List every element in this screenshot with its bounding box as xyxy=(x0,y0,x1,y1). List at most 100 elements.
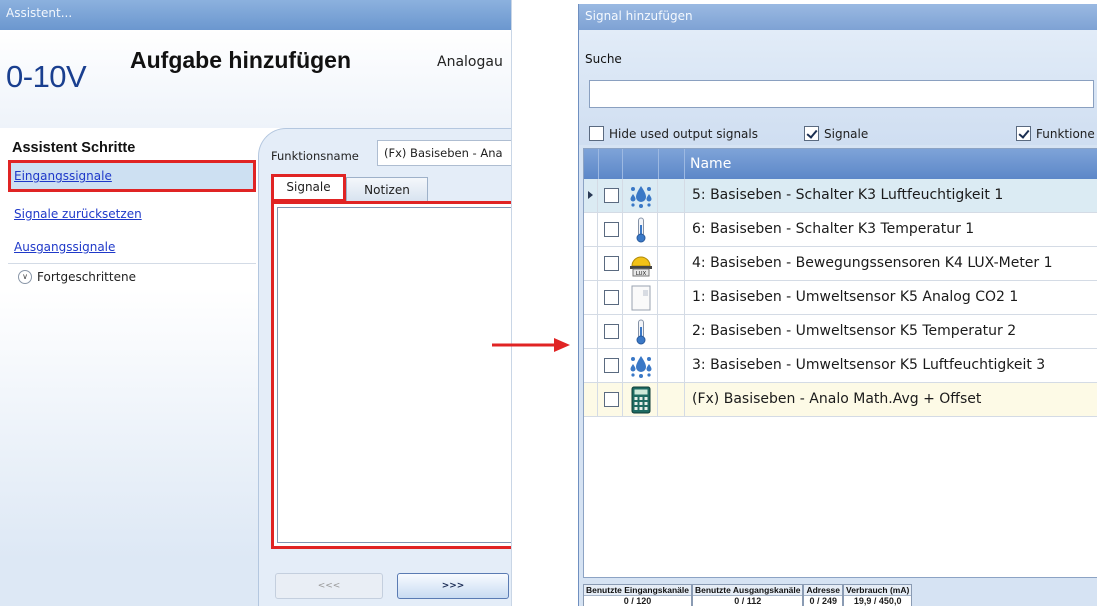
wizard-window: Assistent... 0-10V Aufgabe hinzufügen An… xyxy=(0,0,512,606)
row-indicator xyxy=(584,315,598,348)
status-output-channels: Benutzte Ausgangskanäle 0 / 112 xyxy=(691,584,804,606)
hide-used-output-label: Hide used output signals xyxy=(609,126,758,141)
thermometer-icon xyxy=(622,315,658,348)
search-panel: Suche Hide used output signals Signale F… xyxy=(579,30,1097,145)
status-bar: Benutzte Eingangskanäle 0 / 120 Benutzte… xyxy=(583,584,913,606)
status-value: 0 / 249 xyxy=(804,596,843,606)
row-separator xyxy=(684,349,685,382)
status-value: 19,9 / 450,0 xyxy=(844,596,912,606)
status-address: Adresse 0 / 249 xyxy=(803,584,844,606)
steps-title: Assistent Schritte xyxy=(12,140,136,156)
steps-background xyxy=(0,290,258,606)
add-signal-dialog: Signal hinzufügen Suche Hide used output… xyxy=(578,4,1097,606)
table-row[interactable]: 3: Basiseben - Umweltsensor K5 Luftfeuch… xyxy=(584,349,1097,383)
checkbox-checked-icon xyxy=(804,126,819,141)
row-indicator xyxy=(584,213,598,246)
table-row[interactable]: 6: Basiseben - Schalter K3 Temperatur 1 xyxy=(584,213,1097,247)
thermometer-icon xyxy=(622,213,658,246)
table-header: Name xyxy=(584,149,1097,179)
header-icon-cell xyxy=(623,149,659,179)
signal-name: 1: Basiseben - Umweltsensor K5 Analog CO… xyxy=(692,289,1019,305)
previous-button[interactable]: <<< xyxy=(275,573,383,599)
status-value: 0 / 120 xyxy=(584,596,691,606)
table-row[interactable]: 5: Basiseben - Schalter K3 Luftfeuchtigk… xyxy=(584,179,1097,213)
tab-notizen[interactable]: Notizen xyxy=(346,177,428,202)
row-separator xyxy=(684,281,685,314)
lux-meter-icon: LUX xyxy=(622,247,658,280)
wizard-main-panel: Funktionsname (Fx) Basiseben - Ana Signa… xyxy=(258,128,511,606)
status-consumption: Verbrauch (mA) 19,9 / 450,0 xyxy=(843,584,913,606)
signal-table: Name 5: Basiseben - Schalter K3 Luftfeuc… xyxy=(583,148,1097,578)
calculator-icon xyxy=(622,383,658,416)
row-checkbox[interactable] xyxy=(604,290,619,305)
svg-text:LUX: LUX xyxy=(636,271,647,277)
funktionen-filter-label: Funktione xyxy=(1036,126,1095,141)
checkbox-unchecked-icon xyxy=(589,126,604,141)
checkbox-checked-icon xyxy=(1016,126,1031,141)
status-value: 0 / 112 xyxy=(692,596,803,606)
header-checkbox-cell xyxy=(599,149,623,179)
step-eingangssignale[interactable]: Eingangssignale xyxy=(8,160,256,192)
chevron-down-icon: ∨ xyxy=(18,269,32,284)
row-separator xyxy=(684,213,685,246)
analog-sensor-icon xyxy=(622,281,658,314)
dialog-title: Signal hinzufügen xyxy=(579,4,1097,30)
tab-signale[interactable]: Signale xyxy=(271,174,346,202)
signale-checkbox[interactable]: Signale xyxy=(804,126,868,141)
signale-filter-label: Signale xyxy=(824,126,869,141)
row-checkbox[interactable] xyxy=(604,222,619,237)
page-title: Aufgabe hinzufügen xyxy=(130,47,352,73)
search-input[interactable] xyxy=(589,80,1094,108)
function-name-field[interactable]: (Fx) Basiseben - Ana xyxy=(377,140,511,166)
header-spacer-cell xyxy=(659,149,685,179)
table-row[interactable]: 2: Basiseben - Umweltsensor K5 Temperatu… xyxy=(584,315,1097,349)
advanced-section[interactable]: ∨ Fortgeschrittene xyxy=(8,263,256,289)
row-separator xyxy=(684,247,685,280)
header-indicator-cell xyxy=(584,149,599,179)
funktionen-checkbox[interactable]: Funktione xyxy=(1016,126,1095,141)
status-header: Adresse xyxy=(804,585,843,596)
step-signale-zuruecksetzen[interactable]: Signale zurücksetzen xyxy=(8,198,256,230)
logo-0-10v: 0-10V xyxy=(6,59,87,94)
search-label: Suche xyxy=(585,52,622,66)
current-row-indicator-icon xyxy=(584,179,598,212)
table-row[interactable]: 1: Basiseben - Umweltsensor K5 Analog CO… xyxy=(584,281,1097,315)
row-indicator xyxy=(584,281,598,314)
status-input-channels: Benutzte Eingangskanäle 0 / 120 xyxy=(583,584,692,606)
row-separator xyxy=(684,179,685,212)
row-checkbox[interactable] xyxy=(604,256,619,271)
row-checkbox[interactable] xyxy=(604,324,619,339)
signal-list-box[interactable] xyxy=(277,207,511,543)
table-row[interactable]: (Fx) Basiseben - Analo Math.Avg + Offset xyxy=(584,383,1097,417)
signal-name: 6: Basiseben - Schalter K3 Temperatur 1 xyxy=(692,221,975,237)
signal-name: 4: Basiseben - Bewegungssensoren K4 LUX-… xyxy=(692,255,1053,271)
signale-tab-content xyxy=(271,201,511,549)
step-ausgangssignale[interactable]: Ausgangssignale xyxy=(8,231,256,263)
advanced-label: Fortgeschrittene xyxy=(37,270,136,284)
humidity-icon xyxy=(622,349,658,382)
status-header: Benutzte Eingangskanäle xyxy=(584,585,691,596)
row-checkbox[interactable] xyxy=(604,188,619,203)
signal-name: 5: Basiseben - Schalter K3 Luftfeuchtigk… xyxy=(692,187,1004,203)
signal-name: 3: Basiseben - Umweltsensor K5 Luftfeuch… xyxy=(692,357,1046,373)
row-checkbox[interactable] xyxy=(604,392,619,407)
signal-name: (Fx) Basiseben - Analo Math.Avg + Offset xyxy=(692,391,982,407)
row-indicator xyxy=(584,247,598,280)
row-separator xyxy=(684,383,685,416)
hide-used-output-checkbox[interactable]: Hide used output signals xyxy=(589,126,758,141)
row-indicator xyxy=(584,349,598,382)
signal-name: 2: Basiseben - Umweltsensor K5 Temperatu… xyxy=(692,323,1017,339)
page-subtitle: Analogau xyxy=(437,54,503,70)
arrow-right-icon xyxy=(492,338,570,352)
row-checkbox[interactable] xyxy=(604,358,619,373)
function-name-label: Funktionsname xyxy=(271,149,359,163)
row-indicator xyxy=(584,383,598,416)
column-header-name[interactable]: Name xyxy=(690,149,731,179)
row-separator xyxy=(684,315,685,348)
wizard-title: Assistent... xyxy=(0,0,511,30)
status-header: Benutzte Ausgangskanäle xyxy=(692,585,803,596)
table-row[interactable]: LUX 4: Basiseben - Bewegungssensoren K4 … xyxy=(584,247,1097,281)
humidity-icon xyxy=(622,179,658,212)
next-button[interactable]: >>> xyxy=(397,573,509,599)
filter-row: Hide used output signals Signale Funktio… xyxy=(579,126,1097,144)
